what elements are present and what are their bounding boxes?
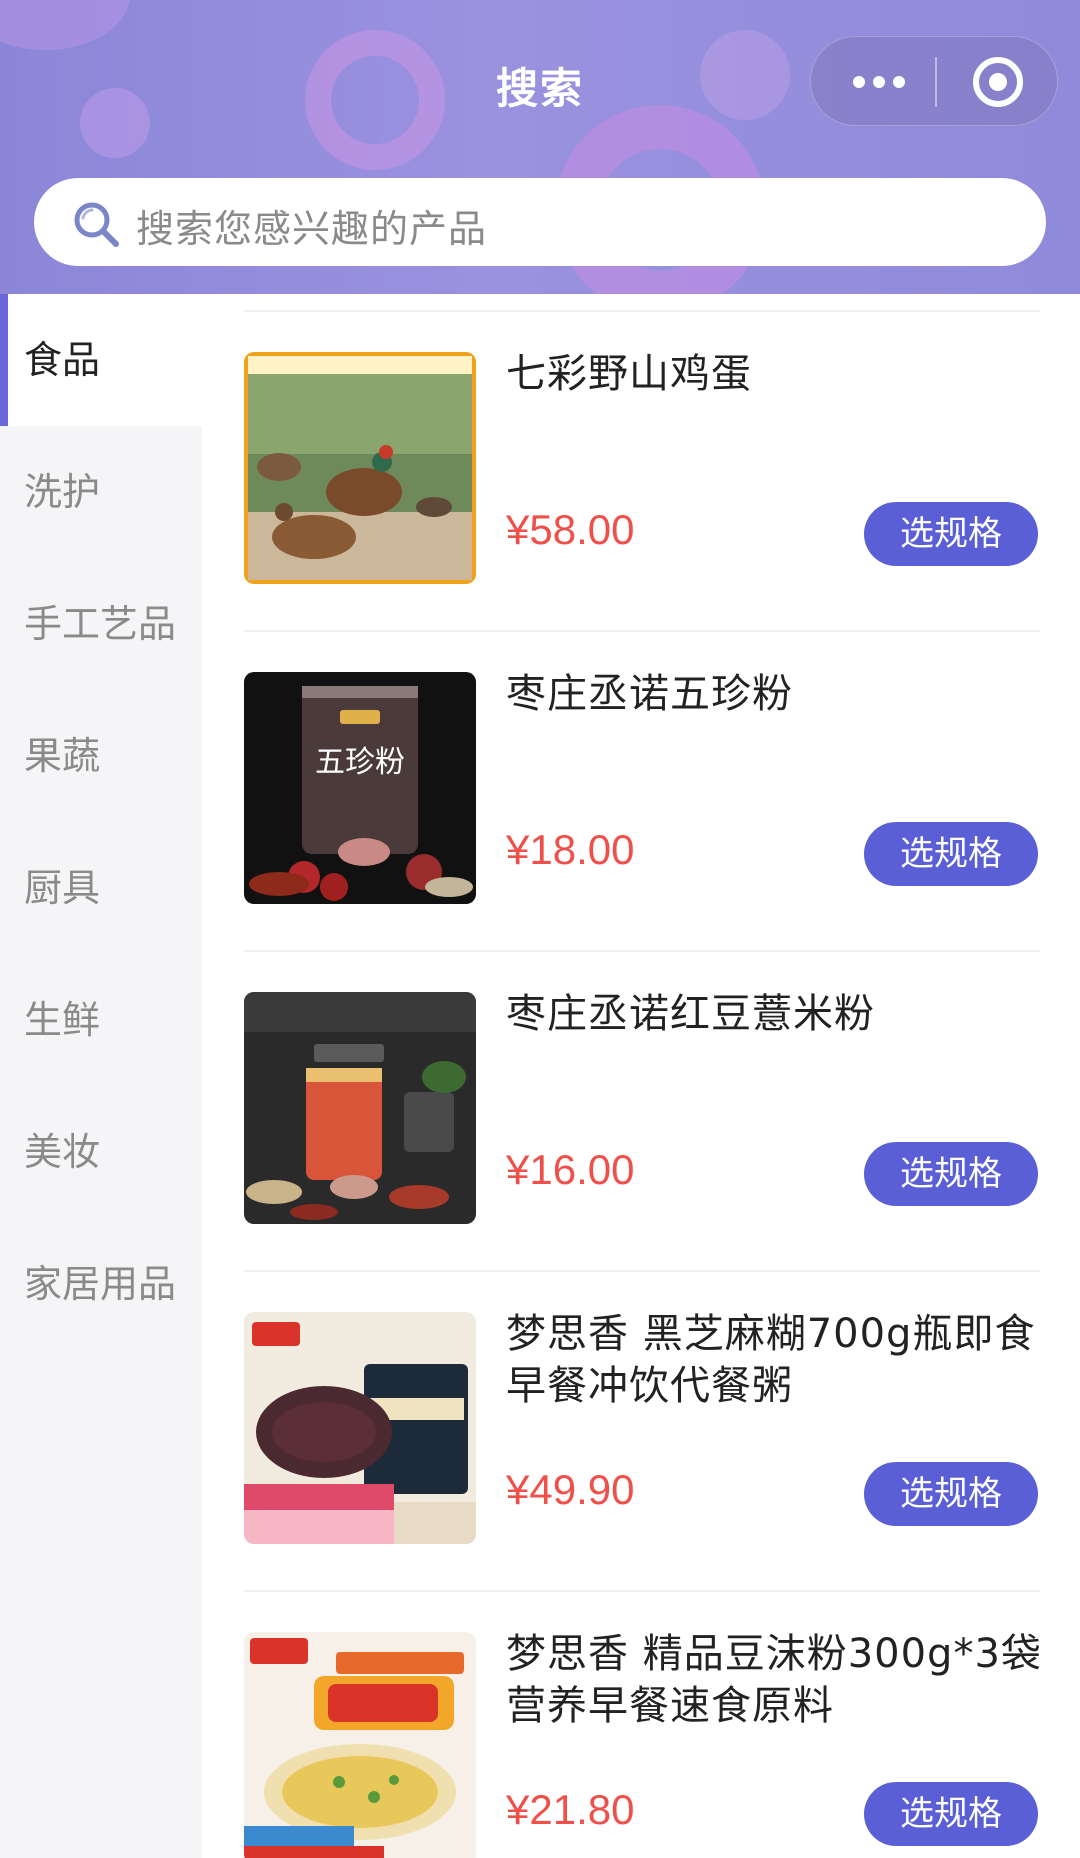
decor-bubble (0, 0, 130, 50)
svg-text:五珍粉: 五珍粉 (315, 745, 405, 780)
product-item[interactable]: 五珍粉 枣庄丞诺五珍粉 ¥18.00 选规格 (202, 632, 1080, 952)
sidebar-item-toiletries[interactable]: 洗护 (0, 426, 202, 558)
select-spec-button[interactable]: 选规格 (864, 1462, 1038, 1526)
more-dots-icon[interactable] (849, 67, 929, 97)
product-image-doumo[interactable] (244, 1632, 476, 1858)
product-image-black-sesame[interactable] (244, 1312, 476, 1544)
product-price: ¥18.00 (506, 826, 635, 873)
product-name[interactable]: 枣庄丞诺红豆薏米粉 (506, 988, 1046, 1040)
sidebar-item-kitchenware[interactable]: 厨具 (0, 822, 202, 954)
miniprogram-capsule (810, 36, 1058, 126)
product-image-wuzhenfen[interactable]: 五珍粉 (244, 672, 476, 904)
product-price: ¥21.80 (506, 1786, 635, 1833)
select-spec-button[interactable]: 选规格 (864, 822, 1038, 886)
select-spec-button[interactable]: 选规格 (864, 502, 1038, 566)
product-item[interactable]: 七彩野山鸡蛋 ¥58.00 选规格 (202, 312, 1080, 632)
product-image-red-bean[interactable] (244, 992, 476, 1224)
sidebar-item-fresh[interactable]: 生鲜 (0, 954, 202, 1086)
product-price: ¥58.00 (506, 506, 635, 553)
product-image-pheasant[interactable] (244, 352, 476, 584)
sidebar-item-handicrafts[interactable]: 手工艺品 (0, 558, 202, 690)
product-price: ¥49.90 (506, 1466, 635, 1513)
target-circle-icon[interactable] (973, 57, 1023, 107)
sidebar-item-home[interactable]: 家居用品 (0, 1218, 202, 1350)
search-placeholder: 搜索您感兴趣的产品 (136, 207, 488, 251)
select-spec-button[interactable]: 选规格 (864, 1142, 1038, 1206)
product-list: 七彩野山鸡蛋 ¥58.00 选规格 五珍粉 枣庄丞诺五珍粉 ¥18.00 选规格 (202, 294, 1080, 1858)
search-icon (74, 202, 119, 247)
sidebar-item-food[interactable]: 食品 (0, 294, 202, 426)
category-sidebar: 食品 洗护 手工艺品 果蔬 厨具 生鲜 美妆 家居用品 (0, 294, 202, 1858)
search-input[interactable]: 搜索您感兴趣的产品 (34, 178, 1046, 266)
product-item[interactable]: 枣庄丞诺红豆薏米粉 ¥16.00 选规格 (202, 952, 1080, 1272)
sidebar-item-beauty[interactable]: 美妆 (0, 1086, 202, 1218)
product-name[interactable]: 七彩野山鸡蛋 (506, 348, 1046, 400)
select-spec-button[interactable]: 选规格 (864, 1782, 1038, 1846)
nav-header: 搜索 搜索您感兴趣的产品 (0, 0, 1080, 294)
product-name[interactable]: 梦思香 精品豆沫粉300g*3袋营养早餐速食原料 (506, 1628, 1046, 1732)
product-name[interactable]: 梦思香 黑芝麻糊700g瓶即食早餐冲饮代餐粥 (506, 1308, 1046, 1412)
product-item[interactable]: 梦思香 精品豆沫粉300g*3袋营养早餐速食原料 ¥21.80 选规格 (202, 1592, 1080, 1858)
product-price: ¥16.00 (506, 1146, 635, 1193)
product-name[interactable]: 枣庄丞诺五珍粉 (506, 668, 1046, 720)
product-item[interactable]: 梦思香 黑芝麻糊700g瓶即食早餐冲饮代餐粥 ¥49.90 选规格 (202, 1272, 1080, 1592)
sidebar-item-produce[interactable]: 果蔬 (0, 690, 202, 822)
capsule-divider (935, 57, 937, 107)
